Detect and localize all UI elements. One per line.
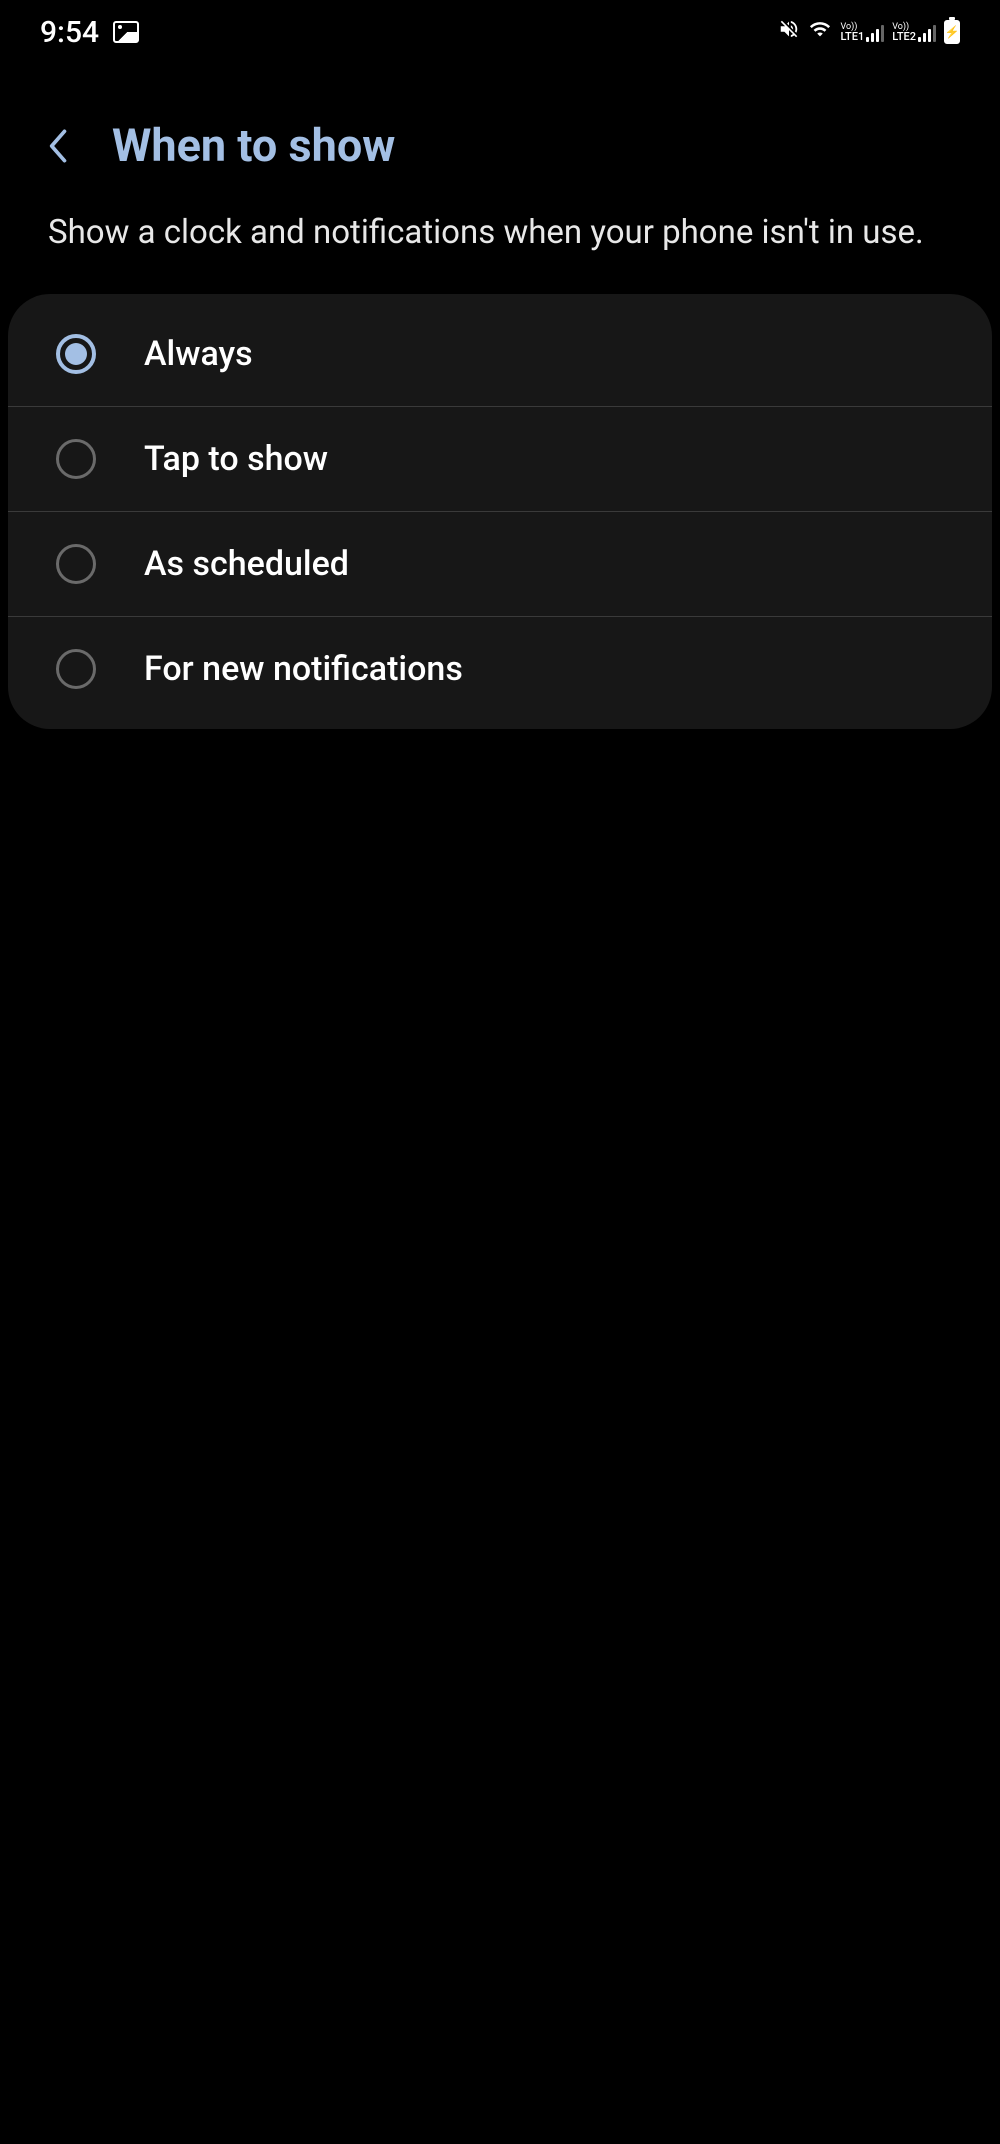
wifi-icon [808,18,832,46]
status-right: Vo)) LTE1 Vo)) LTE2 [778,18,960,46]
header: When to show [0,64,1000,197]
page-description: Show a clock and notifications when your… [0,197,1000,286]
option-label: For new notifications [144,649,463,689]
signal-bars-2 [918,24,936,42]
lte2-indicator: Vo)) LTE2 [892,22,936,42]
radio-icon [56,439,96,479]
radio-icon [56,544,96,584]
page-title: When to show [112,119,395,172]
option-label: Always [144,334,253,374]
option-label: Tap to show [144,439,328,479]
chevron-left-icon [48,127,70,165]
battery-icon [944,20,960,44]
option-label: As scheduled [144,544,349,584]
status-time: 9:54 [40,15,99,50]
lte1-label: LTE1 [840,32,864,42]
options-card: Always Tap to show As scheduled For new … [8,294,992,729]
option-tap-to-show[interactable]: Tap to show [8,407,992,512]
option-as-scheduled[interactable]: As scheduled [8,512,992,617]
picture-icon [113,21,139,43]
status-left: 9:54 [40,15,139,50]
lte2-label: LTE2 [892,32,916,42]
vibrate-icon [778,18,800,46]
signal-bars-1 [866,24,884,42]
option-for-new-notifications[interactable]: For new notifications [8,617,992,729]
back-button[interactable] [48,127,70,165]
radio-icon [56,649,96,689]
status-bar: 9:54 Vo)) LTE1 Vo)) LTE2 [0,0,1000,64]
lte1-indicator: Vo)) LTE1 [840,22,884,42]
radio-icon [56,334,96,374]
option-always[interactable]: Always [8,294,992,407]
